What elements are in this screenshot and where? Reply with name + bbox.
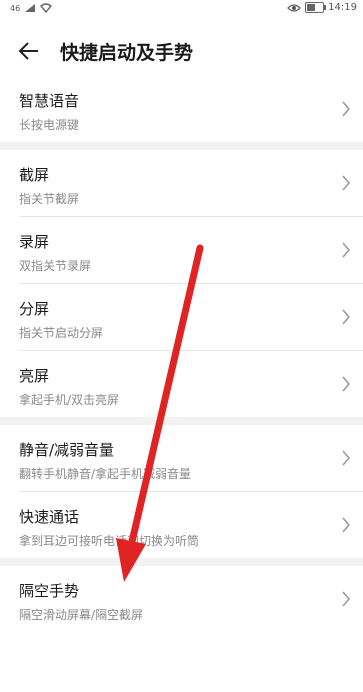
list-item[interactable]: 亮屏拿起手机/双击亮屏 xyxy=(0,351,363,417)
list-item[interactable]: 快速通话拿到耳边可接听电话和切换为听筒 xyxy=(0,492,363,558)
header: 快捷启动及手势 xyxy=(0,28,363,74)
signal-icon xyxy=(25,4,36,12)
item-subtitle: 指关节启动分屏 xyxy=(19,326,104,340)
item-title: 快速通话 xyxy=(19,508,80,526)
item-title: 静音/减弱音量 xyxy=(19,441,115,459)
list-item[interactable]: 智慧语音 长按电源键 xyxy=(0,76,363,142)
item-subtitle: 拿起手机/双击亮屏 xyxy=(19,393,120,407)
chevron-right-icon xyxy=(342,309,351,325)
item-title: 智慧语音 xyxy=(19,92,80,110)
battery-icon xyxy=(305,2,327,13)
list-item[interactable]: 分屏 指关节启动分屏 xyxy=(0,284,363,350)
battery-fill xyxy=(307,4,316,11)
item-subtitle: 拿到耳边可接听电话和切换为听筒 xyxy=(19,534,200,548)
back-arrow-icon[interactable] xyxy=(18,40,40,62)
item-subtitle: 双指关节录屏 xyxy=(19,259,92,273)
chevron-right-icon xyxy=(342,101,351,117)
chevron-right-icon xyxy=(342,376,351,392)
item-title: 截屏 xyxy=(19,166,50,184)
item-subtitle: 隔空滑动屏幕/隔空截屏 xyxy=(19,608,144,622)
item-title: 亮屏 xyxy=(19,367,50,385)
chevron-right-icon xyxy=(342,591,351,607)
wifi-icon xyxy=(40,3,53,13)
chevron-right-icon xyxy=(342,242,351,258)
item-title: 录屏 xyxy=(19,233,50,251)
section-separator xyxy=(0,558,363,566)
settings-list: 智慧语音长按电源键截屏指关节截屏录屏双指关节录屏分屏指关节启动分屏亮屏拿起手机/… xyxy=(0,76,363,632)
clock: 14:19 xyxy=(328,2,357,13)
item-subtitle: 翻转手机静音/拿起手机减弱音量 xyxy=(19,467,192,481)
chevron-right-icon xyxy=(342,450,351,466)
item-subtitle: 指关节截屏 xyxy=(19,192,80,206)
page-title: 快捷启动及手势 xyxy=(60,42,194,64)
item-subtitle: 长按电源键 xyxy=(19,118,80,132)
chevron-right-icon xyxy=(342,517,351,533)
list-item[interactable]: 录屏 双指关节录屏 xyxy=(0,217,363,283)
item-title: 隔空手势 xyxy=(19,582,80,600)
list-item[interactable]: 静音/减弱音量翻转手机静音/拿起手机减弱音量 xyxy=(0,425,363,491)
section-separator xyxy=(0,142,363,150)
list-item[interactable]: 隔空手势隔空滑动屏幕/隔空截屏 xyxy=(0,566,363,632)
list-item[interactable]: 截屏 指关节截屏 xyxy=(0,150,363,216)
status-bar: 46 14:19 xyxy=(0,0,363,18)
signal-label: 46 xyxy=(10,3,21,13)
chevron-right-icon xyxy=(342,175,351,191)
item-title: 分屏 xyxy=(19,300,50,318)
eye-comfort-icon xyxy=(287,3,302,12)
section-separator xyxy=(0,417,363,425)
